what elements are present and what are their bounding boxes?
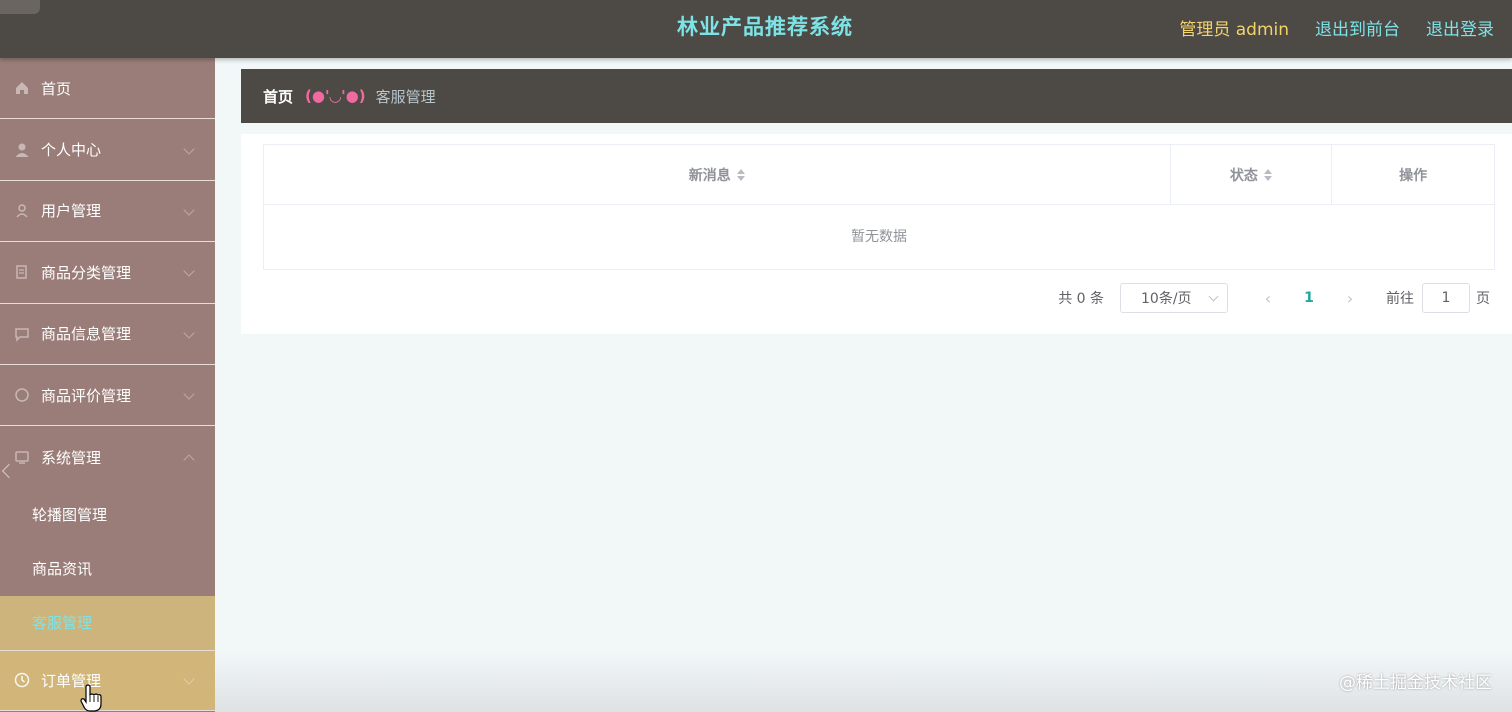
system-icon <box>14 449 30 465</box>
sidebar: 首页 个人中心 用户管理 商品分类管理 商品信息管理 商品评价管理 系统管理 轮… <box>0 58 215 712</box>
header-actions: 管理员 admin 退出到前台 退出登录 <box>1179 0 1494 54</box>
user-icon <box>14 142 30 158</box>
breadcrumb-current: 客服管理 <box>375 87 436 106</box>
sidebar-subitem-news[interactable]: 商品资讯 <box>0 542 215 596</box>
goods-icon <box>14 326 30 342</box>
chevron-down-icon <box>183 204 195 216</box>
pagination: 共 0 条 10条/页 ‹ 1 › 前往 页 <box>1058 283 1490 313</box>
sidebar-item-label: 商品评价管理 <box>41 386 132 405</box>
sidebar-item-order-management[interactable]: 订单管理 <box>0 649 215 712</box>
page-unit-label: 页 <box>1476 291 1490 307</box>
users-icon <box>14 203 30 219</box>
bottom-fade <box>215 650 1512 712</box>
chevron-down-icon <box>1208 291 1219 302</box>
breadcrumb-home[interactable]: 首页 <box>263 86 293 107</box>
sidebar-item-label: 个人中心 <box>41 141 102 160</box>
sidebar-item-label: 用户管理 <box>41 202 102 221</box>
hand-cursor-icon <box>80 684 102 712</box>
sort-icon[interactable] <box>1263 168 1272 181</box>
chevron-down-icon <box>183 327 195 339</box>
sidebar-item-label: 商品分类管理 <box>41 263 132 282</box>
admin-label: 管理员 admin <box>1179 19 1289 40</box>
page-number[interactable]: 1 <box>1286 290 1332 306</box>
table-header: 新消息 状态 操作 <box>264 145 1494 205</box>
sidebar-item-review-management[interactable]: 商品评价管理 <box>0 365 215 427</box>
next-page-button[interactable]: › <box>1332 284 1368 312</box>
breadcrumb-separator: (●'◡'●) <box>305 87 366 105</box>
goto-page-input[interactable] <box>1422 283 1470 313</box>
sidebar-item-label: 商品信息管理 <box>41 325 132 344</box>
content-card: 新消息 状态 操作 暂无数据 共 0 条 10条/页 ‹ 1 › 前往 页 <box>241 134 1512 334</box>
order-icon <box>14 672 30 688</box>
sidebar-item-system-management[interactable]: 系统管理 <box>0 426 215 487</box>
top-header: 林业产品推荐系统 管理员 admin 退出到前台 退出登录 <box>0 0 1512 58</box>
chevron-down-icon <box>183 265 195 278</box>
message-table: 新消息 状态 操作 暂无数据 <box>263 144 1495 270</box>
page-size-value: 10条/页 <box>1141 291 1192 307</box>
pagination-total: 共 0 条 <box>1058 291 1104 307</box>
sidebar-item-home[interactable]: 首页 <box>0 58 215 120</box>
sidebar-subitem-carousel[interactable]: 轮播图管理 <box>0 488 215 542</box>
home-icon <box>14 80 30 96</box>
goto-label: 前往 <box>1386 291 1414 307</box>
sidebar-item-user-management[interactable]: 用户管理 <box>0 181 215 243</box>
breadcrumb: 首页 (●'◡'●) 客服管理 <box>241 69 1512 123</box>
chevron-down-icon <box>183 142 195 155</box>
comment-icon <box>14 387 30 403</box>
sidebar-item-goods-management[interactable]: 商品信息管理 <box>0 304 215 365</box>
logout-link[interactable]: 退出登录 <box>1426 15 1494 40</box>
sort-icon[interactable] <box>736 168 745 181</box>
column-header-actions: 操作 <box>1399 167 1428 184</box>
chevron-down-icon <box>183 388 195 400</box>
chevron-up-icon <box>183 454 195 466</box>
sidebar-item-personal-center[interactable]: 个人中心 <box>0 119 215 181</box>
empty-text: 暂无数据 <box>851 229 907 245</box>
page-size-select[interactable]: 10条/页 <box>1120 283 1228 313</box>
chevron-down-icon <box>183 673 195 686</box>
watermark: @稀土掘金技术社区 <box>1339 673 1492 693</box>
prev-page-button[interactable]: ‹ <box>1250 284 1286 312</box>
exit-to-front-link[interactable]: 退出到前台 <box>1315 15 1400 40</box>
category-icon <box>14 264 30 280</box>
sidebar-subitem-customer-service[interactable]: 客服管理 <box>0 595 215 650</box>
sidebar-item-label: 首页 <box>41 79 72 98</box>
sidebar-item-category-management[interactable]: 商品分类管理 <box>0 242 215 304</box>
column-header-new-message[interactable]: 新消息 <box>264 145 1171 204</box>
column-header-status[interactable]: 状态 <box>1171 145 1333 204</box>
sidebar-item-label: 系统管理 <box>41 448 102 467</box>
